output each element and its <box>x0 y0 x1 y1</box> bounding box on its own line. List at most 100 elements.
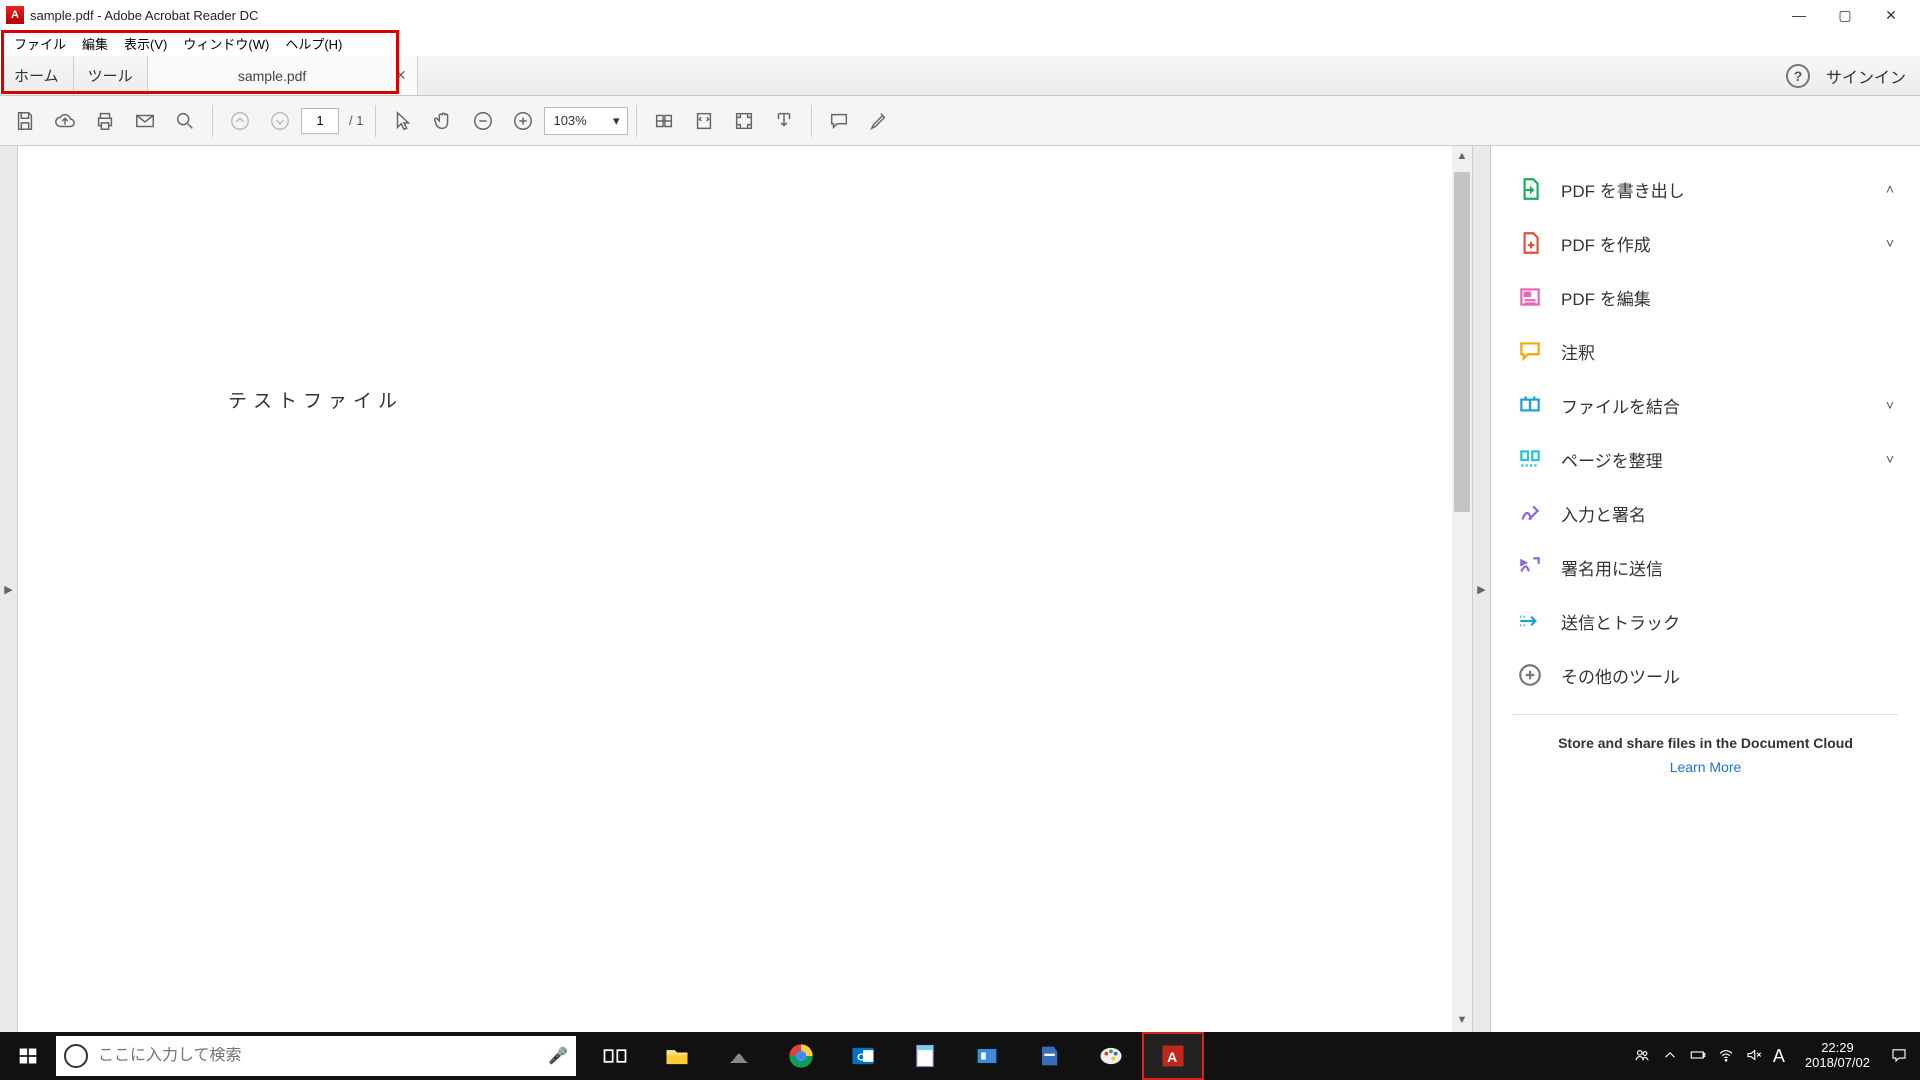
outlook-app[interactable]: O <box>832 1032 894 1080</box>
system-tray: A 22:29 2018/07/02 <box>1621 1041 1920 1071</box>
cortana-icon <box>64 1044 88 1068</box>
tool-comment[interactable]: 注釈 <box>1491 324 1920 378</box>
edit-pdf-icon <box>1517 284 1543 310</box>
scrollbar-thumb[interactable] <box>1454 172 1470 512</box>
fill-sign-icon <box>1517 500 1543 526</box>
vertical-scrollbar[interactable]: ▲ ▼ <box>1452 146 1472 1032</box>
start-button[interactable] <box>0 1046 56 1066</box>
svg-text:A: A <box>1167 1049 1177 1065</box>
clock-date: 2018/07/02 <box>1805 1056 1870 1071</box>
menu-file[interactable]: ファイル <box>6 32 74 55</box>
page-number-input[interactable] <box>301 108 339 134</box>
window-minimize-button[interactable]: ― <box>1776 0 1822 30</box>
acrobat-app[interactable]: A <box>1142 1032 1204 1080</box>
tab-home[interactable]: ホーム <box>0 56 74 95</box>
comment-tool-button[interactable] <box>820 102 858 140</box>
menu-help[interactable]: ヘルプ(H) <box>277 32 350 55</box>
tool-more-tools[interactable]: その他のツール <box>1491 648 1920 702</box>
app-generic-3[interactable] <box>1018 1032 1080 1080</box>
taskbar-search[interactable]: 🎤 <box>56 1036 576 1076</box>
tool-organize-label: ページを整理 <box>1561 447 1663 472</box>
zoom-out-button[interactable] <box>464 102 502 140</box>
scroll-up-arrow-icon[interactable]: ▲ <box>1452 146 1472 166</box>
people-icon[interactable] <box>1633 1046 1651 1067</box>
tool-fill-sign[interactable]: 入力と署名 <box>1491 486 1920 540</box>
hand-tool-button[interactable] <box>424 102 462 140</box>
send-track-icon <box>1517 608 1543 634</box>
tool-create-pdf[interactable]: PDF を作成 ˅ <box>1491 216 1920 270</box>
tool-combine[interactable]: ファイルを結合 ˅ <box>1491 378 1920 432</box>
paint-app[interactable] <box>1080 1032 1142 1080</box>
tab-document[interactable]: sample.pdf ✕ <box>148 56 418 95</box>
action-center-icon[interactable] <box>1890 1046 1908 1067</box>
search-button[interactable] <box>166 102 204 140</box>
document-cloud-promo: Store and share files in the Document Cl… <box>1491 727 1920 785</box>
create-pdf-icon <box>1517 230 1543 256</box>
volume-muted-icon[interactable] <box>1745 1046 1763 1067</box>
file-explorer-app[interactable] <box>646 1032 708 1080</box>
tool-send-track[interactable]: 送信とトラック <box>1491 594 1920 648</box>
signin-button[interactable]: サインイン <box>1826 64 1906 88</box>
tool-edit-pdf[interactable]: PDF を編集 <box>1491 270 1920 324</box>
windows-logo-icon <box>18 1046 38 1066</box>
menu-view[interactable]: 表示(V) <box>116 32 175 55</box>
ime-indicator[interactable]: A <box>1773 1046 1785 1067</box>
fit-width-button[interactable] <box>645 102 683 140</box>
app-generic-2[interactable] <box>956 1032 1018 1080</box>
taskbar-clock[interactable]: 22:29 2018/07/02 <box>1795 1041 1880 1071</box>
zoom-in-button[interactable] <box>504 102 542 140</box>
tool-organize[interactable]: ページを整理 ˅ <box>1491 432 1920 486</box>
document-tab-row: ホーム ツール sample.pdf ✕ ? サインイン <box>0 56 1920 96</box>
tool-more-label: その他のツール <box>1561 663 1680 688</box>
tool-sendforsig-label: 署名用に送信 <box>1561 555 1663 580</box>
menu-window[interactable]: ウィンドウ(W) <box>175 32 277 55</box>
left-panel-expand-button[interactable]: ▶ <box>0 146 18 1032</box>
clock-time: 22:29 <box>1805 1041 1870 1056</box>
tab-document-close-button[interactable]: ✕ <box>395 67 407 84</box>
menu-edit[interactable]: 編集 <box>74 32 116 55</box>
document-viewport[interactable]: テストファイル ▲ ▼ <box>18 146 1472 1032</box>
document-body-text: テストファイル <box>228 386 403 413</box>
page-up-button[interactable] <box>221 102 259 140</box>
read-mode-button[interactable] <box>765 102 803 140</box>
tool-create-label: PDF を作成 <box>1561 231 1651 256</box>
cloud-upload-button[interactable] <box>46 102 84 140</box>
right-panel-expand-button[interactable]: ▶ <box>1472 146 1490 1032</box>
zoom-value: 103% <box>553 113 586 128</box>
tool-export-pdf[interactable]: PDF を書き出し ˄ <box>1491 162 1920 216</box>
print-button[interactable] <box>86 102 124 140</box>
send-signature-icon <box>1517 554 1543 580</box>
windows-taskbar: 🎤 O A A 22:29 2018/07/02 <box>0 1032 1920 1080</box>
task-view-button[interactable] <box>584 1032 646 1080</box>
microphone-icon[interactable]: 🎤 <box>548 1046 568 1066</box>
chrome-app[interactable] <box>770 1032 832 1080</box>
divider <box>1513 714 1898 715</box>
highlight-tool-button[interactable] <box>860 102 898 140</box>
scroll-down-arrow-icon[interactable]: ▼ <box>1452 1010 1472 1030</box>
battery-icon[interactable] <box>1689 1046 1707 1067</box>
fit-page-button[interactable] <box>685 102 723 140</box>
window-titlebar: A sample.pdf - Adobe Acrobat Reader DC ―… <box>0 0 1920 30</box>
page-down-button[interactable] <box>261 102 299 140</box>
email-button[interactable] <box>126 102 164 140</box>
promo-learn-more-link[interactable]: Learn More <box>1670 759 1742 775</box>
help-icon[interactable]: ? <box>1786 64 1810 88</box>
tool-send-for-signature[interactable]: 署名用に送信 <box>1491 540 1920 594</box>
tab-document-label: sample.pdf <box>238 68 306 84</box>
taskbar-search-input[interactable] <box>98 1047 538 1065</box>
fullscreen-button[interactable] <box>725 102 763 140</box>
tab-tools[interactable]: ツール <box>74 56 148 95</box>
zoom-select[interactable]: 103%▾ <box>544 107 628 135</box>
tray-chevron-up-icon[interactable] <box>1661 1046 1679 1067</box>
notepad-app[interactable] <box>894 1032 956 1080</box>
promo-headline: Store and share files in the Document Cl… <box>1505 735 1906 751</box>
save-button[interactable] <box>6 102 44 140</box>
window-maximize-button[interactable]: ▢ <box>1822 0 1868 30</box>
more-tools-icon <box>1517 662 1543 688</box>
window-close-button[interactable]: ✕ <box>1868 0 1914 30</box>
chevron-up-icon: ˄ <box>1886 181 1894 197</box>
select-tool-button[interactable] <box>384 102 422 140</box>
app-generic-1[interactable] <box>708 1032 770 1080</box>
wifi-icon[interactable] <box>1717 1046 1735 1067</box>
window-title: sample.pdf - Adobe Acrobat Reader DC <box>30 8 258 23</box>
